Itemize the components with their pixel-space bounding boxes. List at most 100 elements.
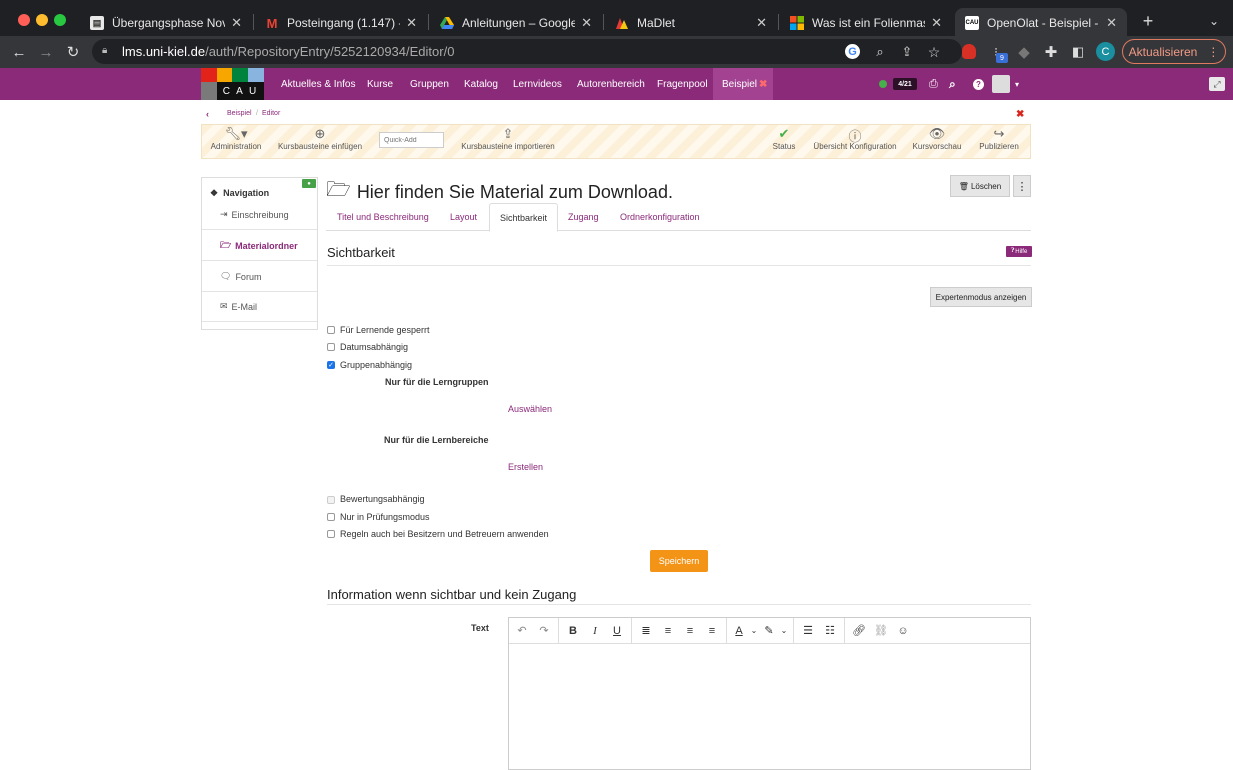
- nav-node-email[interactable]: ✉ E-Mail: [202, 292, 317, 322]
- nav-katalog[interactable]: Katalog: [464, 68, 498, 100]
- select-groups-link[interactable]: Auswählen: [508, 404, 552, 414]
- nav-autorenbereich[interactable]: Autorenbereich: [577, 68, 645, 100]
- nav-beispiel-label[interactable]: Beispiel: [722, 68, 757, 100]
- nav-aktuelles[interactable]: Aktuelles & Infos: [281, 68, 355, 100]
- breadcrumb-item[interactable]: Editor: [262, 110, 280, 117]
- lock-icon[interactable]: 🔒︎: [102, 45, 112, 57]
- preview-button[interactable]: 👁︎ Kursvorschau: [910, 126, 964, 151]
- nav-lernvideos[interactable]: Lernvideos: [513, 68, 562, 100]
- close-tab-icon[interactable]: ✕: [581, 15, 592, 31]
- tab-search-chevron-icon[interactable]: ⌄: [1205, 12, 1223, 30]
- chevron-down-icon[interactable]: ⌄: [748, 620, 760, 642]
- undo-icon[interactable]: ↶: [511, 620, 533, 642]
- tab-sichtbarkeit[interactable]: Sichtbarkeit: [489, 203, 559, 232]
- bullet-list-icon[interactable]: ☰: [797, 620, 819, 642]
- browser-tab[interactable]: Anleitungen – Google Dr ✕: [430, 8, 602, 38]
- checkbox-apply-owners[interactable]: [327, 530, 335, 538]
- import-nodes-button[interactable]: ⇪ Kursbausteine importieren: [458, 126, 558, 151]
- close-tab-icon[interactable]: ✕: [406, 15, 417, 31]
- puzzle-icon[interactable]: ✚: [1040, 41, 1062, 63]
- chevron-down-icon[interactable]: ⌄: [778, 620, 790, 642]
- checkbox-exam-mode[interactable]: [327, 513, 335, 521]
- back-icon[interactable]: ←: [8, 41, 30, 63]
- bold-icon[interactable]: B: [562, 620, 584, 642]
- emoji-icon[interactable]: ☺: [892, 620, 914, 642]
- browser-tab-active[interactable]: CAU OpenOlat - Beispiel - Ku ✕: [955, 8, 1127, 38]
- insert-nodes-button[interactable]: ⊕ Kursbausteine einfügen: [275, 126, 365, 151]
- google-icon[interactable]: G: [845, 44, 860, 59]
- align-right-icon[interactable]: ≡: [657, 620, 679, 642]
- italic-icon[interactable]: I: [584, 620, 606, 642]
- browser-tab[interactable]: MaDlet ✕: [605, 8, 777, 38]
- nav-node-forum[interactable]: 🗨︎ Forum: [202, 262, 317, 292]
- create-areas-link[interactable]: Erstellen: [508, 462, 543, 472]
- preview-label: Kursvorschau: [912, 142, 962, 151]
- share-icon[interactable]: ⇪: [896, 41, 918, 63]
- checkbox-date[interactable]: [327, 343, 335, 351]
- browser-tab[interactable]: Was ist ein Folienmaster ✕: [780, 8, 952, 38]
- zoom-icon[interactable]: ⌕: [869, 41, 891, 63]
- text-color-icon[interactable]: A: [730, 620, 748, 642]
- extension-hand-icon[interactable]: [962, 44, 976, 59]
- cau-logo[interactable]: C A U: [201, 68, 264, 100]
- checkbox-group[interactable]: ✓: [327, 361, 335, 369]
- nav-node-einschreibung[interactable]: ⇥ Einschreibung: [202, 200, 317, 230]
- dropbox-icon[interactable]: ◆: [1013, 41, 1035, 63]
- expert-mode-button[interactable]: Expertenmodus anzeigen: [930, 287, 1032, 307]
- publish-button[interactable]: ↪ Publizieren: [976, 126, 1022, 151]
- checkbox-locked[interactable]: [327, 326, 335, 334]
- close-tab-icon[interactable]: ✕: [756, 15, 767, 31]
- nav-node-materialordner[interactable]: 🗁︎ Materialordner: [202, 231, 317, 261]
- close-course-icon[interactable]: ✖: [759, 68, 767, 100]
- fullscreen-icon[interactable]: ⤢: [1209, 77, 1225, 91]
- nav-gruppen[interactable]: Gruppen: [410, 68, 449, 100]
- delete-button[interactable]: 🗑︎ Löschen: [950, 175, 1010, 197]
- close-window-button[interactable]: [18, 14, 30, 26]
- breadcrumb-item[interactable]: Beispiel: [227, 110, 252, 117]
- close-editor-icon[interactable]: ✖: [1016, 109, 1024, 120]
- sidepanel-icon[interactable]: ◧: [1067, 41, 1089, 63]
- update-button[interactable]: Aktualisieren ⋮: [1122, 39, 1226, 64]
- highlight-icon[interactable]: ✎: [760, 620, 778, 642]
- minimize-window-button[interactable]: [36, 14, 48, 26]
- user-menu-chevron-icon[interactable]: ▾: [1015, 68, 1019, 100]
- tab-title-description[interactable]: Titel und Beschreibung: [327, 203, 439, 231]
- nav-kurse[interactable]: Kurse: [367, 68, 393, 100]
- overview-button[interactable]: ⓘ Übersicht Konfiguration: [810, 126, 900, 151]
- tab-layout[interactable]: Layout: [440, 203, 487, 231]
- align-center-icon[interactable]: ≡: [679, 620, 701, 642]
- browser-tab[interactable]: ▤ Übergangsphase Novem ✕: [80, 8, 252, 38]
- breadcrumb-back-icon[interactable]: ‹: [206, 109, 209, 119]
- link-icon[interactable]: 🔗︎: [848, 620, 870, 642]
- unlink-icon[interactable]: ⛓︎: [870, 620, 892, 642]
- search-icon[interactable]: ⌕: [949, 68, 956, 100]
- align-left-icon[interactable]: ≡: [701, 620, 723, 642]
- tab-ordnerkonfiguration[interactable]: Ordnerkonfiguration: [610, 203, 710, 231]
- profile-avatar[interactable]: C: [1096, 42, 1115, 61]
- close-tab-icon[interactable]: ✕: [931, 15, 942, 31]
- administration-button[interactable]: 🔧︎▾ Administration: [206, 126, 266, 151]
- tab-zugang[interactable]: Zugang: [558, 203, 609, 231]
- new-tab-icon[interactable]: +: [1138, 10, 1158, 32]
- reload-icon[interactable]: ↻: [62, 41, 84, 63]
- print-icon[interactable]: ⎙: [929, 68, 938, 100]
- nav-fragenpool[interactable]: Fragenpool: [657, 68, 708, 100]
- help-icon[interactable]: ?: [973, 79, 984, 90]
- status-button[interactable]: ✔ Status: [767, 126, 801, 151]
- redo-icon[interactable]: ↷: [533, 620, 555, 642]
- numbered-list-icon[interactable]: ☷: [819, 620, 841, 642]
- maximize-window-button[interactable]: [54, 14, 66, 26]
- close-tab-icon[interactable]: ✕: [1106, 15, 1117, 31]
- help-button[interactable]: ❓︎ Hilfe: [1006, 246, 1032, 257]
- counter-badge[interactable]: 4/21: [893, 78, 917, 90]
- close-tab-icon[interactable]: ✕: [231, 15, 242, 31]
- user-avatar[interactable]: [992, 75, 1010, 93]
- align-justify-icon[interactable]: ≣: [635, 620, 657, 642]
- quick-add-input[interactable]: [379, 132, 444, 148]
- bookmark-star-icon[interactable]: ☆: [923, 41, 945, 63]
- more-actions-button[interactable]: ⋮: [1013, 175, 1031, 197]
- save-button[interactable]: Speichern: [650, 550, 708, 572]
- browser-tab[interactable]: M Posteingang (1.147) - cla ✕: [255, 8, 427, 38]
- underline-icon[interactable]: U: [606, 620, 628, 642]
- forward-icon[interactable]: →: [35, 41, 57, 63]
